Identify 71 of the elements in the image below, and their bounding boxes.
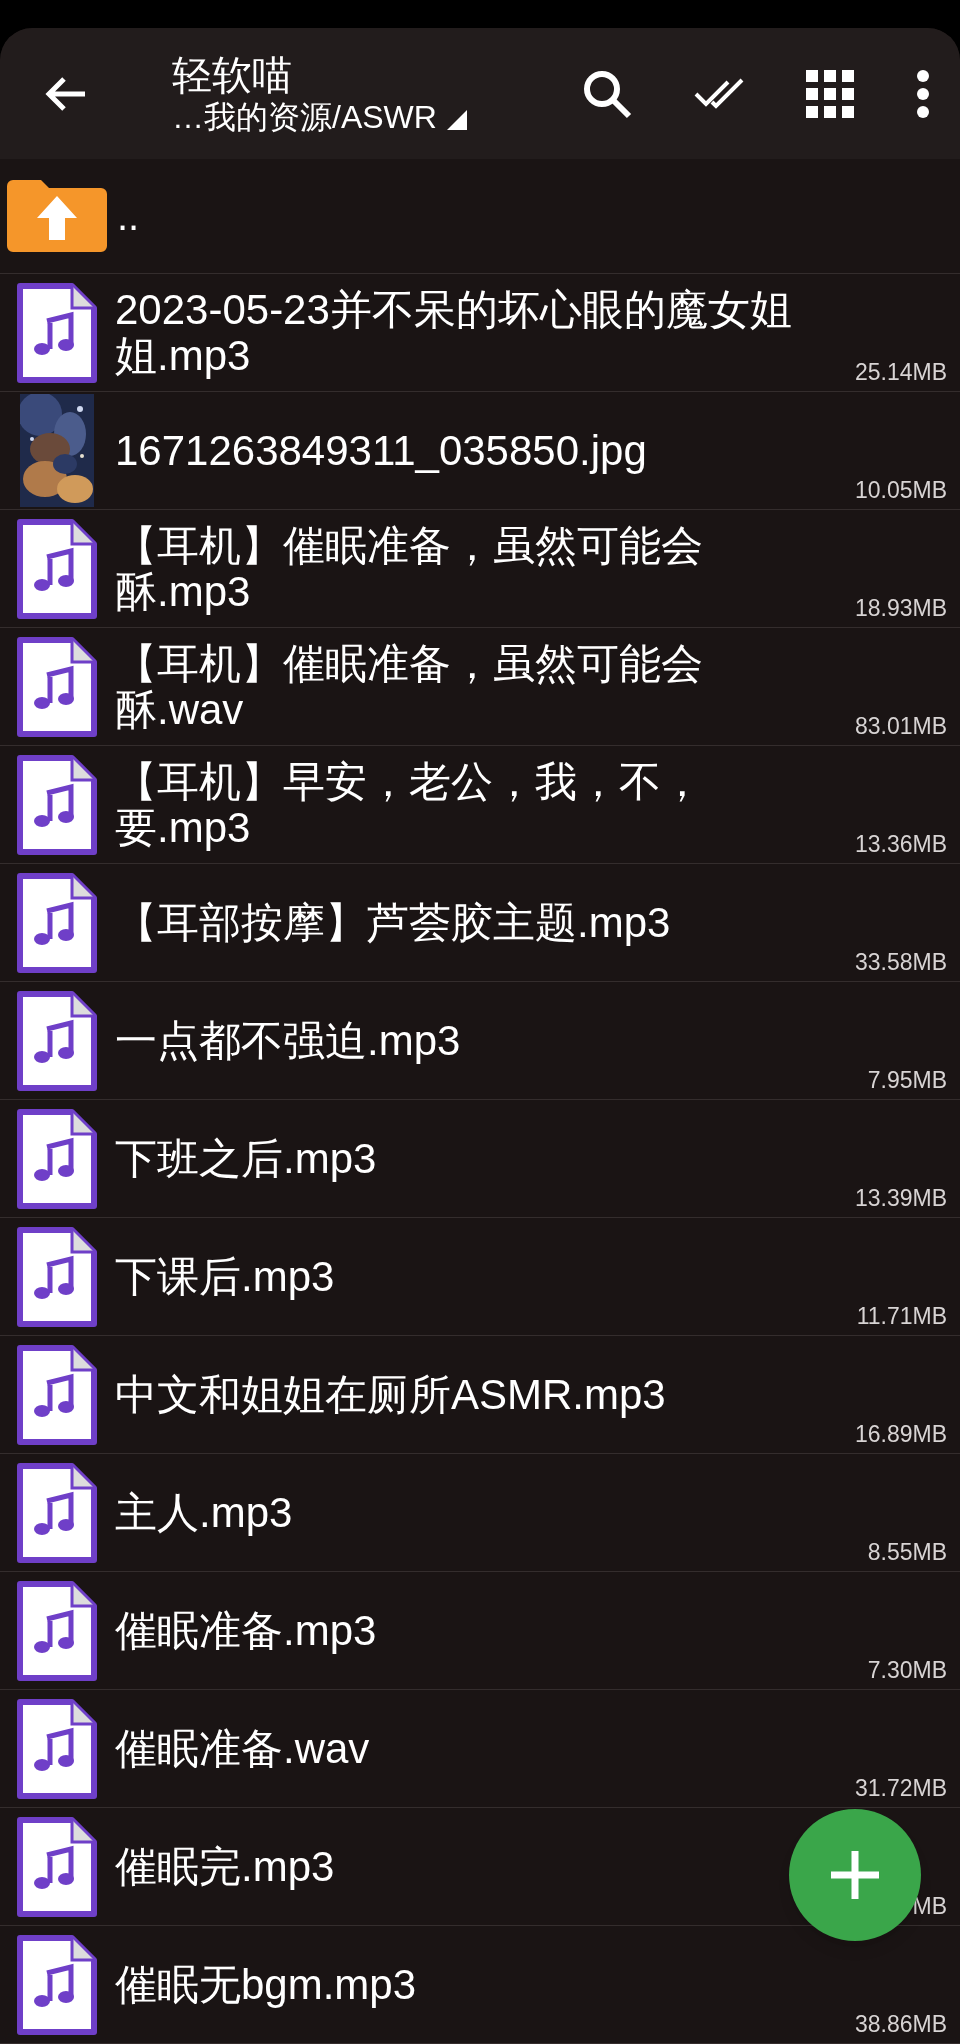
back-arrow-icon (45, 75, 87, 112)
file-name: 催眠无bgm.mp3 (115, 1961, 417, 2008)
audio-file-icon (17, 282, 97, 383)
file-name: 催眠准备.wav (115, 1725, 370, 1772)
file-name: 催眠准备.mp3 (115, 1607, 377, 1654)
audio-file-icon (17, 1108, 97, 1209)
file-name: 下课后.mp3 (115, 1253, 335, 1300)
file-name: 一点都不强迫.mp3 (115, 1017, 461, 1064)
file-row[interactable]: 【耳机】早安，老公，我，不， 要.mp3 13.36MB (0, 746, 960, 864)
file-size: 8.55MB (867, 1539, 947, 1565)
audio-file-icon (17, 1698, 97, 1799)
file-size: 83.01MB (854, 713, 947, 739)
file-size: 7.30MB (867, 1657, 947, 1683)
audio-file-icon (17, 1344, 97, 1445)
file-name: 【耳部按摩】芦荟胶主题.mp3 (115, 899, 671, 946)
audio-file-icon (17, 1226, 97, 1327)
file-size: 18.93MB (854, 595, 947, 621)
file-row[interactable]: 催眠无bgm.mp3 38.86MB (0, 1926, 960, 2044)
file-size: 33.58MB (854, 949, 947, 975)
audio-file-icon (17, 1816, 97, 1917)
audio-file-icon (17, 990, 97, 1091)
plus-icon (829, 1849, 881, 1901)
file-size: 25.14MB (854, 359, 947, 385)
file-name: 2023-05-23并不呆的坏心眼的魔女姐 姐.mp3 (115, 286, 792, 379)
file-size: MB (912, 1893, 947, 1919)
file-size: 13.36MB (854, 831, 947, 857)
file-row[interactable]: 2023-05-23并不呆的坏心眼的魔女姐 姐.mp3 25.14MB (0, 274, 960, 392)
file-name: 【耳机】早安，老公，我，不， 要.mp3 (115, 758, 703, 851)
folder-title: 轻软喵 (172, 51, 293, 98)
file-row[interactable]: 下班之后.mp3 13.39MB (0, 1100, 960, 1218)
file-name: 1671263849311_035850.jpg (115, 427, 647, 474)
audio-file-icon (17, 1580, 97, 1681)
more-button[interactable] (916, 68, 930, 119)
file-name: 【耳机】催眠准备，虽然可能会 酥.wav (115, 640, 703, 733)
file-size: 38.86MB (854, 2011, 947, 2037)
file-name: 下班之后.mp3 (115, 1135, 377, 1182)
dropdown-triangle-icon (446, 109, 467, 130)
file-size: 10.05MB (854, 477, 947, 503)
more-icon (916, 68, 930, 119)
file-size: 7.95MB (867, 1067, 947, 1093)
file-size: 11.71MB (856, 1303, 947, 1329)
audio-file-icon (17, 1462, 97, 1563)
search-button[interactable] (582, 68, 632, 119)
file-row[interactable]: 1671263849311_035850.jpg 10.05MB (0, 392, 960, 510)
file-row[interactable]: 催眠准备.mp3 7.30MB (0, 1572, 960, 1690)
file-row[interactable]: 中文和姐姐在厕所ASMR.mp3 16.89MB (0, 1336, 960, 1454)
parent-folder-row[interactable]: .. (0, 159, 960, 274)
audio-file-icon (17, 518, 97, 619)
audio-file-icon (17, 872, 97, 973)
file-name: 中文和姐姐在厕所ASMR.mp3 (115, 1371, 666, 1418)
grid-view-button[interactable] (806, 69, 854, 118)
search-icon (582, 68, 632, 119)
file-row[interactable]: 主人.mp3 8.55MB (0, 1454, 960, 1572)
file-row[interactable]: 一点都不强迫.mp3 7.95MB (0, 982, 960, 1100)
file-name: 主人.mp3 (115, 1489, 293, 1536)
audio-file-icon (17, 754, 97, 855)
parent-folder-label: .. (117, 193, 140, 239)
grid-icon (806, 69, 854, 118)
file-row[interactable]: 催眠准备.wav 31.72MB (0, 1690, 960, 1808)
file-size: 13.39MB (854, 1185, 947, 1211)
audio-file-icon (17, 636, 97, 737)
file-name: 【耳机】催眠准备，虽然可能会 酥.mp3 (115, 522, 703, 615)
file-row[interactable]: 【耳机】催眠准备，虽然可能会 酥.wav 83.01MB (0, 628, 960, 746)
file-size: 31.72MB (854, 1775, 947, 1801)
file-row[interactable]: 【耳机】催眠准备，虽然可能会 酥.mp3 18.93MB (0, 510, 960, 628)
file-row[interactable]: 【耳部按摩】芦荟胶主题.mp3 33.58MB (0, 864, 960, 982)
audio-file-icon (17, 1934, 97, 2035)
file-name: 催眠完.mp3 (115, 1843, 335, 1890)
file-size: 16.89MB (854, 1421, 947, 1447)
file-row[interactable]: 下课后.mp3 11.71MB (0, 1218, 960, 1336)
folder-up-icon (7, 180, 107, 252)
